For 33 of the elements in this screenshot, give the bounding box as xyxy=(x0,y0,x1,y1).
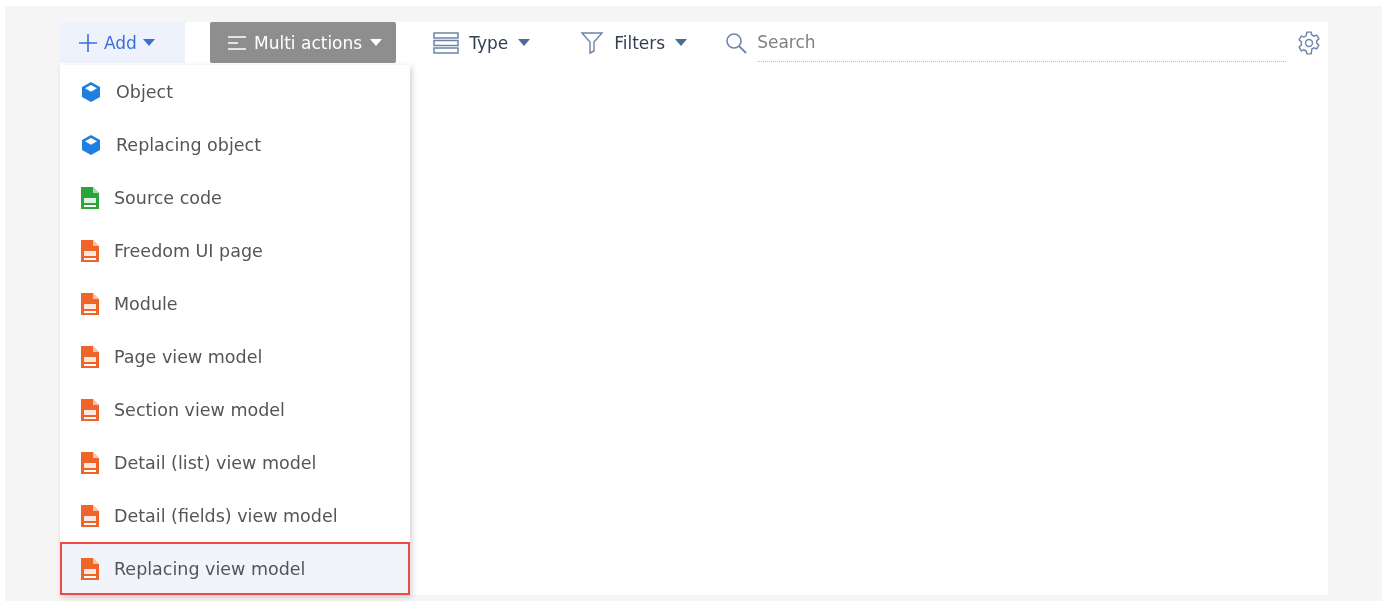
file-icon xyxy=(80,503,100,528)
lines-icon xyxy=(228,35,246,50)
cube-icon xyxy=(80,80,102,103)
file-icon xyxy=(80,450,100,475)
caret-icon xyxy=(142,39,155,46)
menu-item[interactable]: Source code xyxy=(60,171,410,224)
caret-icon xyxy=(370,39,383,46)
file-icon xyxy=(80,238,100,263)
menu-item[interactable]: Detail (list) view model xyxy=(60,436,410,489)
menu-item[interactable]: Module xyxy=(60,277,410,330)
menu-item[interactable]: Object xyxy=(60,65,410,118)
caret-icon xyxy=(518,39,531,46)
file-icon xyxy=(80,556,100,581)
menu-item[interactable]: Replacing view model xyxy=(60,542,410,595)
caret-icon xyxy=(675,39,688,46)
menu-item[interactable]: Section view model xyxy=(60,383,410,436)
file-icon xyxy=(80,397,100,422)
settings-icon[interactable] xyxy=(1296,29,1322,56)
menu-item[interactable]: Freedom UI page xyxy=(60,224,410,277)
search-icon xyxy=(725,31,748,54)
file-icon xyxy=(80,344,100,369)
file-icon xyxy=(80,291,100,316)
menu-item[interactable]: Page view model xyxy=(60,330,410,383)
menu-item[interactable]: Replacing object xyxy=(60,118,410,171)
list-icon xyxy=(433,31,460,54)
file-icon xyxy=(80,185,100,210)
filter-icon xyxy=(580,30,605,55)
type-button[interactable]: Type xyxy=(433,22,531,63)
add-button[interactable]: Add xyxy=(60,22,185,63)
cube-icon xyxy=(80,133,102,156)
menu-item[interactable]: Detail (fields) view model xyxy=(60,489,410,542)
plus-icon xyxy=(78,32,98,53)
filters-button[interactable]: Filters xyxy=(580,22,688,63)
